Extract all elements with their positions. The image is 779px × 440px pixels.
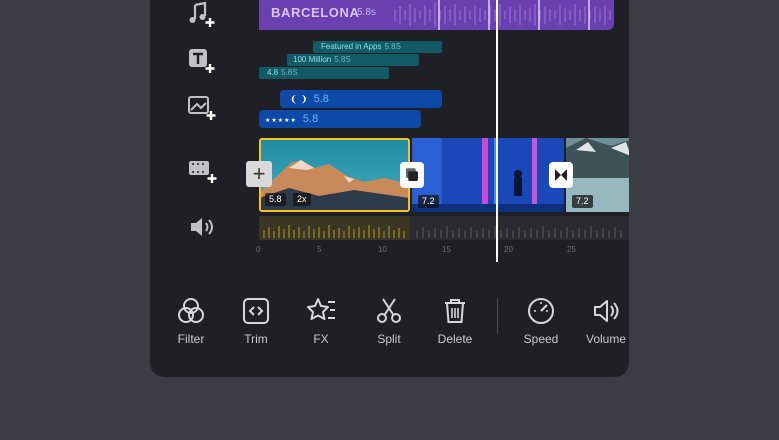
film-plus-icon xyxy=(189,161,217,183)
sticker-track-1[interactable]: ❨ ❩ 5.8 xyxy=(280,90,442,108)
ruler-tick: 20 xyxy=(504,245,513,254)
toolbar-divider xyxy=(497,298,498,334)
scissors-icon xyxy=(377,298,401,323)
add-clip-button[interactable] xyxy=(186,156,218,186)
video-clip-1[interactable]: 5.8 2x xyxy=(259,138,410,212)
text-track-duration: 5.8S xyxy=(384,42,401,51)
delete-label: Delete xyxy=(437,332,473,346)
overlap-icon xyxy=(406,168,418,181)
editor-panel: BARCELONA 5.8s Featured in Apps 5.8S 100… xyxy=(150,0,629,377)
text-track-label: Featured in Apps xyxy=(321,42,382,51)
clip-duration: 7.2 xyxy=(418,195,439,208)
audio-waveform xyxy=(259,216,629,240)
trim-icon xyxy=(243,298,269,324)
bottom-toolbar: Filter Trim FX Split Delete Speed Volume xyxy=(150,288,629,358)
clip-duration: 7.2 xyxy=(572,195,593,208)
trim-label: Trim xyxy=(244,332,268,346)
fx-icon xyxy=(307,298,335,320)
fx-label: FX xyxy=(313,332,329,346)
audio-button[interactable] xyxy=(186,212,218,242)
music-track-duration: 5.8s xyxy=(357,7,376,18)
video-clip-3[interactable]: 7.2 xyxy=(566,138,629,212)
side-toolbar xyxy=(150,0,254,280)
split-label: Split xyxy=(377,332,401,346)
playhead[interactable] xyxy=(496,0,498,262)
add-music-button[interactable] xyxy=(186,0,218,30)
clip-speed: 2x xyxy=(293,193,311,206)
ruler-tick: 0 xyxy=(256,245,261,254)
text-track-3[interactable]: 4.8 5.8S xyxy=(259,67,389,79)
transition-icon xyxy=(555,169,567,181)
volume-label: Volume xyxy=(585,332,627,346)
laurel-icon: ❨ ❩ xyxy=(290,94,308,104)
trim-button[interactable]: Trim xyxy=(224,288,288,346)
sticker-track-duration: 5.8 xyxy=(302,113,319,125)
text-plus-icon xyxy=(189,49,215,73)
fx-button[interactable]: FX xyxy=(289,288,353,346)
image-plus-icon xyxy=(188,96,216,120)
volume-button[interactable]: Volume xyxy=(574,288,629,346)
filter-button[interactable]: Filter xyxy=(159,288,223,346)
music-track[interactable]: BARCELONA 5.8s xyxy=(259,0,614,30)
filter-label: Filter xyxy=(177,332,205,346)
sticker-track-2[interactable]: ★★★★★ 5.8 xyxy=(259,110,421,128)
text-track-duration: 5.8S xyxy=(334,55,351,64)
transition-button[interactable] xyxy=(400,162,424,188)
speed-label: Speed xyxy=(523,332,559,346)
split-button[interactable]: Split xyxy=(357,288,421,346)
ruler-tick: 5 xyxy=(317,245,322,254)
add-text-button[interactable] xyxy=(186,46,218,76)
time-ruler[interactable]: 0 5 10 15 20 25 xyxy=(256,245,629,259)
clip-duration: 5.8 xyxy=(265,193,286,206)
filter-icon xyxy=(178,298,204,323)
video-clip-2[interactable]: 7.2 xyxy=(412,138,564,212)
text-track-label: 100 Million xyxy=(293,55,332,64)
text-track-label: 4.8 xyxy=(267,68,279,77)
timeline[interactable]: BARCELONA 5.8s Featured in Apps 5.8S 100… xyxy=(246,0,629,275)
music-waveform xyxy=(394,0,611,30)
ruler-tick: 15 xyxy=(442,245,451,254)
add-sticker-button[interactable] xyxy=(186,93,218,123)
volume-icon xyxy=(594,300,619,322)
text-track-2[interactable]: 100 Million 5.8S xyxy=(287,54,419,66)
add-clip-inline-button[interactable]: + xyxy=(246,161,272,187)
sticker-track-duration: 5.8 xyxy=(313,93,329,105)
stars-icon: ★★★★★ xyxy=(265,118,297,124)
text-track-1[interactable]: Featured in Apps 5.8S xyxy=(313,41,442,53)
speed-icon xyxy=(528,298,554,324)
speed-button[interactable]: Speed xyxy=(509,288,573,346)
ruler-tick: 25 xyxy=(567,245,576,254)
trash-icon xyxy=(445,299,465,323)
music-track-title: BARCELONA xyxy=(271,5,360,20)
delete-button[interactable]: Delete xyxy=(423,288,487,346)
speaker-icon xyxy=(191,218,213,236)
ruler-tick: 10 xyxy=(378,245,387,254)
transition-button[interactable] xyxy=(549,162,573,188)
music-note-plus-icon xyxy=(189,1,215,27)
text-track-duration: 5.8S xyxy=(281,68,298,77)
